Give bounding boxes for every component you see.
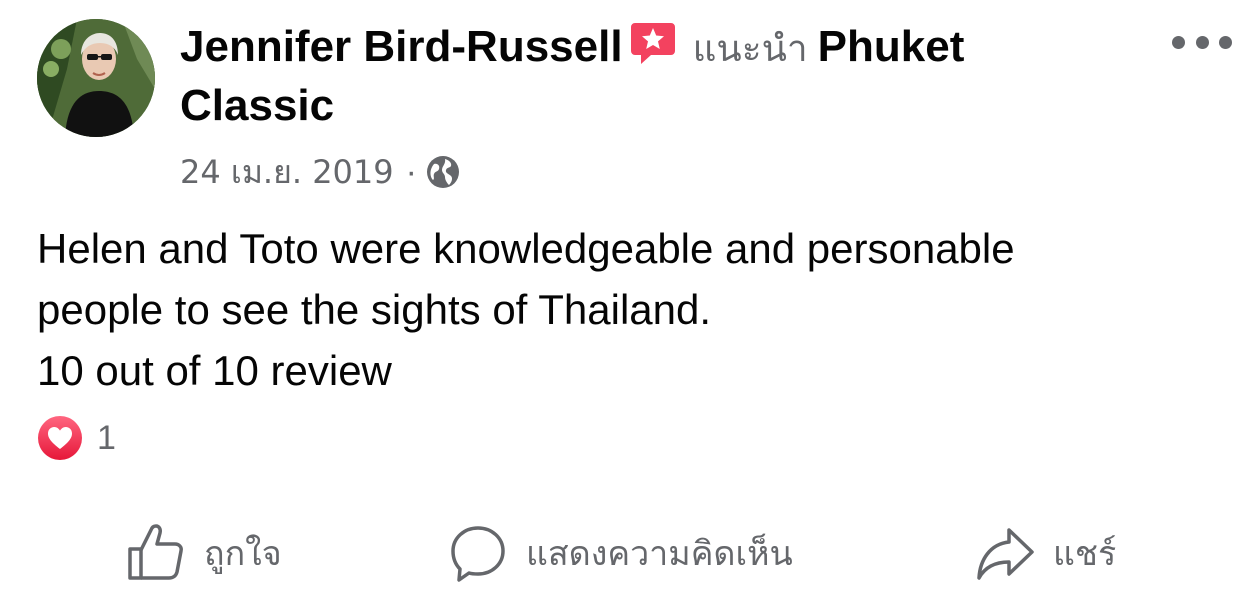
post-body: Helen and Toto were knowledgeable and pe… bbox=[37, 218, 1217, 401]
post-text-line: Helen and Toto were knowledgeable and pe… bbox=[37, 225, 1015, 272]
post-meta: 24 เม.ย. 2019 · bbox=[180, 148, 461, 196]
share-label: แชร์ bbox=[1053, 534, 1117, 574]
like-button[interactable]: ถูกใจ bbox=[126, 515, 282, 591]
post-text-line: people to see the sights of Thailand. bbox=[37, 286, 712, 333]
avatar-photo bbox=[37, 19, 155, 137]
post-header: Jennifer Bird-Russell แนะนำ Phuket Classi… bbox=[180, 18, 1080, 134]
more-dot-icon bbox=[1172, 35, 1185, 49]
author-avatar[interactable] bbox=[37, 19, 155, 137]
recommends-verb: แนะนำ bbox=[692, 27, 808, 70]
reaction-count: 1 bbox=[97, 418, 116, 457]
more-dot-icon bbox=[1219, 35, 1232, 49]
more-dot-icon bbox=[1195, 35, 1209, 49]
like-label: ถูกใจ bbox=[204, 534, 282, 574]
recommend-star-icon bbox=[629, 19, 677, 67]
comment-button[interactable]: แสดงความคิดเห็น bbox=[448, 515, 793, 591]
reactions-summary[interactable]: 1 bbox=[37, 414, 116, 462]
globe-icon bbox=[426, 156, 459, 188]
comment-bubble-icon bbox=[451, 526, 505, 582]
post-text-line: 10 out of 10 review bbox=[37, 347, 392, 394]
comment-label: แสดงความคิดเห็น bbox=[526, 534, 793, 574]
love-reaction-icon bbox=[38, 416, 82, 460]
post-date[interactable]: 24 เม.ย. 2019 bbox=[180, 147, 394, 198]
share-arrow-icon bbox=[977, 528, 1034, 580]
author-name[interactable]: Jennifer Bird-Russell bbox=[180, 22, 623, 71]
meta-separator: · bbox=[405, 152, 417, 191]
share-button[interactable]: แชร์ bbox=[975, 515, 1116, 591]
thumbs-up-icon bbox=[128, 524, 183, 580]
more-options-button[interactable] bbox=[1172, 30, 1232, 54]
action-bar: ถูกใจ แสดงความคิดเห็น แชร์ bbox=[0, 515, 1260, 591]
